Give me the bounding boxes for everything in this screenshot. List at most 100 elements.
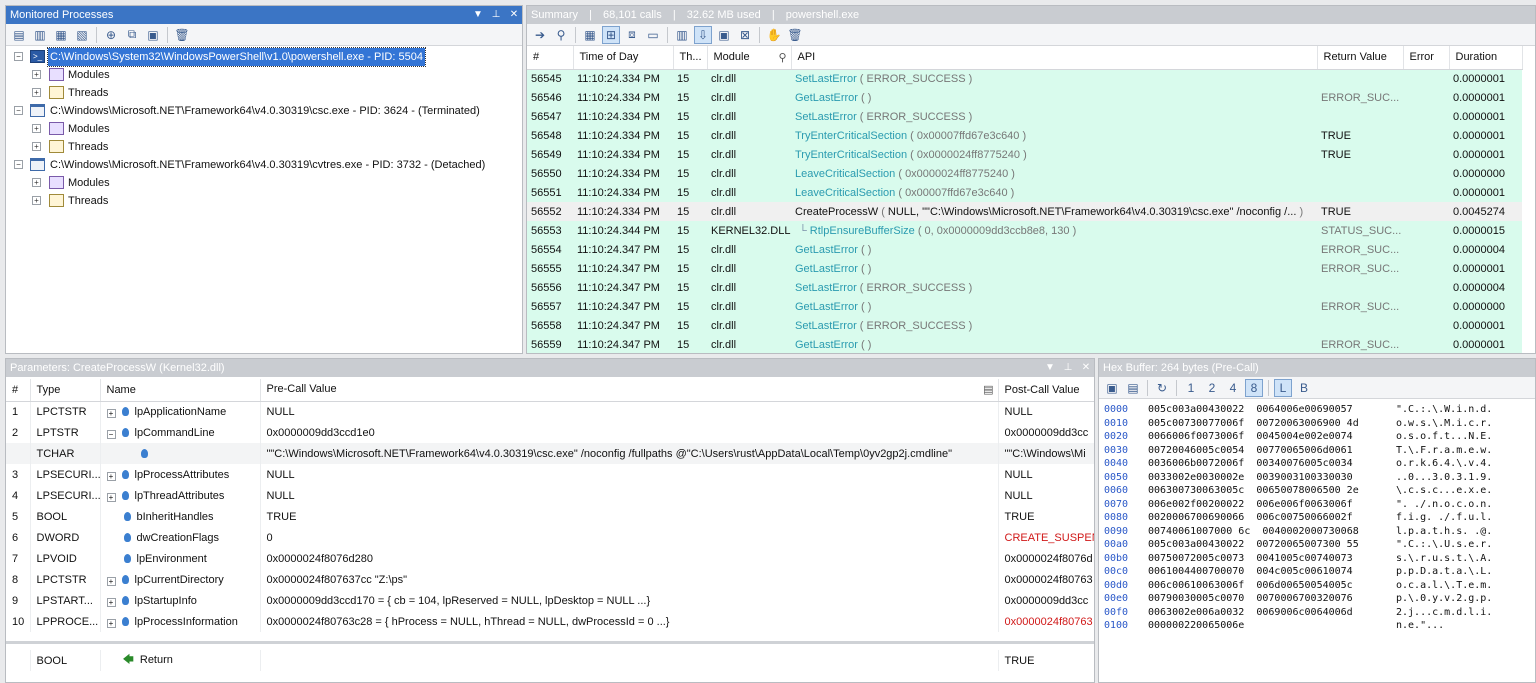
search-icon[interactable]: ⚲ <box>778 51 786 64</box>
tree-modules[interactable]: + Modules <box>6 174 522 192</box>
table-row[interactable]: 56551 11:10:24.334 PM 15 clr.dll LeaveCritic… <box>527 183 1522 202</box>
return-row[interactable]: BOOL 🡄 Return TRUE <box>6 650 1094 671</box>
hex-row[interactable]: 00d0 006c00610063006f 006d00650054005c o.c… <box>1104 579 1535 593</box>
api-function[interactable]: GetLastError <box>795 301 858 313</box>
colors-icon[interactable]: ▦ <box>581 26 599 44</box>
close-icon[interactable]: ✕ <box>1080 359 1092 377</box>
table-row[interactable]: 56559 11:10:24.347 PM 15 clr.dll GetLastErro… <box>527 335 1522 353</box>
tree-threads[interactable]: + Threads <box>6 192 522 210</box>
save-icon[interactable]: ▣ <box>1103 379 1121 397</box>
api-function[interactable]: LeaveCriticalSection <box>795 168 895 180</box>
table-row[interactable]: 9 LPSTART... + lpStartupInfo 0x0000009dd3ccd… <box>6 590 1094 611</box>
col-module[interactable]: Module ⚲ <box>707 46 792 70</box>
api-function[interactable]: GetLastError <box>795 244 858 256</box>
expand-icon[interactable]: + <box>106 576 116 586</box>
expand-icon[interactable]: + <box>106 597 116 607</box>
col-param-number[interactable]: # <box>6 379 31 402</box>
expand-icon[interactable]: + <box>106 492 116 502</box>
expand-icon[interactable]: + <box>106 408 116 418</box>
delete-icon[interactable]: 🗑 <box>786 26 804 44</box>
table-row[interactable]: 56553 11:10:24.344 PM 15 KERNEL32.DLL └ RtlpE… <box>527 221 1522 240</box>
table-row[interactable]: 1 LPCTSTR + lpApplicationName NULL NULL <box>6 401 1094 422</box>
table-row[interactable]: 56556 11:10:24.347 PM 15 clr.dll SetLastErro… <box>527 278 1522 297</box>
col-param-name[interactable]: Name <box>100 379 261 402</box>
hex-row[interactable]: 00a0 005c003a00430022 00720065007300 55 ".… <box>1104 538 1535 552</box>
terminate-icon[interactable]: ▧ <box>73 26 91 44</box>
pin-icon[interactable]: ⊥ <box>1062 359 1074 377</box>
api-function[interactable]: TryEnterCriticalSection <box>795 130 907 142</box>
big-endian-icon[interactable]: B <box>1295 379 1313 397</box>
byte-8-icon[interactable]: 8 <box>1245 378 1263 397</box>
byte-2-icon[interactable]: 2 <box>1203 379 1221 397</box>
expand-icon[interactable]: + <box>106 618 116 628</box>
table-row[interactable]: 5 BOOL bInheritHandles TRUE TRUE <box>6 506 1094 527</box>
filter-icon[interactable]: ⧈ <box>623 26 641 44</box>
hex-row[interactable]: 00e0 00790030005c0070 0070006700320076 p.\… <box>1104 592 1535 606</box>
api-function[interactable]: SetLastError <box>795 282 857 294</box>
byte-4-icon[interactable]: 4 <box>1224 379 1242 397</box>
col-param-type[interactable]: Type <box>30 379 101 402</box>
col-error[interactable]: Error <box>1403 46 1450 70</box>
find-icon[interactable]: ⚲ <box>552 26 570 44</box>
table-row[interactable]: 2 LPTSTR − lpCommandLine 0x0000009dd3ccd1e0 0… <box>6 422 1094 443</box>
table-row[interactable]: 6DWORD dwCreationFlags 0CREATE_SUSPEND <box>6 527 1094 548</box>
hex-row[interactable]: 00f0 0063002e006a0032 0069006c0064006d 2.j… <box>1104 606 1535 620</box>
clear-filter-icon[interactable]: ⊠ <box>736 26 754 44</box>
table-row[interactable]: 3 LPSECURI... + lpProcessAttributes NULL NULL <box>6 464 1094 485</box>
api-function[interactable]: GetLastError <box>795 339 858 351</box>
hex-row[interactable]: 0050 0033002e0030002e 0039003100330030 ..0… <box>1104 471 1535 485</box>
pane-menu-icon[interactable]: ▼ <box>1044 359 1056 377</box>
api-function[interactable]: SetLastError <box>795 73 857 85</box>
expand-icon[interactable]: + <box>106 471 116 481</box>
pin-icon[interactable]: ⊥ <box>490 6 502 24</box>
tree-process-label[interactable]: C:\Windows\Microsoft.NET\Framework64\v4.… <box>50 156 485 174</box>
table-icon[interactable]: ▥ <box>673 26 691 44</box>
api-function[interactable]: TryEnterCriticalSection <box>795 149 907 161</box>
table-row[interactable]: 10 LPPROCE... + lpProcessInformation 0x00000… <box>6 611 1094 632</box>
tree-process-label[interactable]: C:\Windows\System32\WindowsPowerShell\v1… <box>47 47 426 67</box>
copy-icon[interactable]: ▤ <box>983 383 993 396</box>
col-time[interactable]: Time of Day <box>573 46 674 70</box>
table-row[interactable]: 56558 11:10:24.347 PM 15 clr.dll SetLastErro… <box>527 316 1522 335</box>
tree-process[interactable]: − C:\Windows\Microsoft.NET\Framework64\v… <box>6 156 522 174</box>
tree-threads[interactable]: + Threads <box>6 138 522 156</box>
target-icon[interactable]: ⊕ <box>102 26 120 44</box>
hex-row[interactable]: 00c0 0061004400700070 004c005c00610074 p.p… <box>1104 565 1535 579</box>
hex-row[interactable]: 0000 005c003a00430022 0064006e00690057 ".C… <box>1104 403 1535 417</box>
hex-row[interactable]: 0090 00740061007000 6c 0040002000730068 l.… <box>1104 525 1535 539</box>
table-row[interactable]: 56545 11:10:24.334 PM 15 clr.dll SetLastErro… <box>527 69 1522 88</box>
hex-row[interactable]: 0020 0066006f0073006f 0045004e002e0074 o.s… <box>1104 430 1535 444</box>
little-endian-icon[interactable]: L <box>1274 378 1292 397</box>
api-function[interactable]: GetLastError <box>795 263 858 275</box>
tree-process[interactable]: − >_ C:\Windows\System32\WindowsPowerShe… <box>6 47 522 67</box>
table-row[interactable]: 56555 11:10:24.347 PM 15 clr.dll GetLastErro… <box>527 259 1522 278</box>
detach-icon[interactable]: ▦ <box>52 26 70 44</box>
col-return[interactable]: Return Value <box>1317 46 1404 70</box>
table-row[interactable]: 4 LPSECURI... + lpThreadAttributes NULL NULL <box>6 485 1094 506</box>
tree-view-icon[interactable]: ⊞ <box>602 25 620 44</box>
table-row[interactable]: 56554 11:10:24.347 PM 15 clr.dll GetLastErro… <box>527 240 1522 259</box>
network-icon[interactable]: ⧉ <box>123 26 141 44</box>
table-row[interactable]: 56552 11:10:24.334 PM 15 clr.dll CreateProce… <box>527 202 1522 221</box>
hex-row[interactable]: 0040 0036006b0072006f 00340076005c0034 o.r… <box>1104 457 1535 471</box>
collapse-icon[interactable]: − <box>106 429 116 439</box>
table-row[interactable]: TCHAR ""C:\Windows\Microsoft.NET\Framewor… <box>6 443 1094 464</box>
new-process-icon[interactable]: ▤ <box>10 26 28 44</box>
hex-row[interactable]: 0010 005c00730077006f 00720063006900 4d o.… <box>1104 417 1535 431</box>
col-postcall[interactable]: Post-Call Value <box>998 379 1094 402</box>
close-icon[interactable]: ✕ <box>508 6 520 24</box>
tree-process[interactable]: − C:\Windows\Microsoft.NET\Framework64\v… <box>6 102 522 120</box>
api-function[interactable]: SetLastError <box>795 320 857 332</box>
tree-threads[interactable]: + Threads <box>6 84 522 102</box>
hex-row[interactable]: 0030 00720046005c0054 00770065006d0061 T.\… <box>1104 444 1535 458</box>
api-function[interactable]: GetLastError <box>795 92 858 104</box>
table-row[interactable]: 56547 11:10:24.334 PM 15 clr.dll SetLastErro… <box>527 107 1522 126</box>
byte-1-icon[interactable]: 1 <box>1182 379 1200 397</box>
hex-row[interactable]: 0060 006300730063005c 00650078006500 2e \.… <box>1104 484 1535 498</box>
tree-process-label[interactable]: C:\Windows\Microsoft.NET\Framework64\v4.… <box>50 102 480 120</box>
col-precall[interactable]: Pre-Call Value ▤ <box>260 379 999 402</box>
export-icon[interactable]: ▣ <box>144 26 162 44</box>
col-duration[interactable]: Duration <box>1449 46 1523 70</box>
col-thread[interactable]: Th... <box>673 46 708 70</box>
table-row[interactable]: 56550 11:10:24.334 PM 15 clr.dll LeaveCritic… <box>527 164 1522 183</box>
